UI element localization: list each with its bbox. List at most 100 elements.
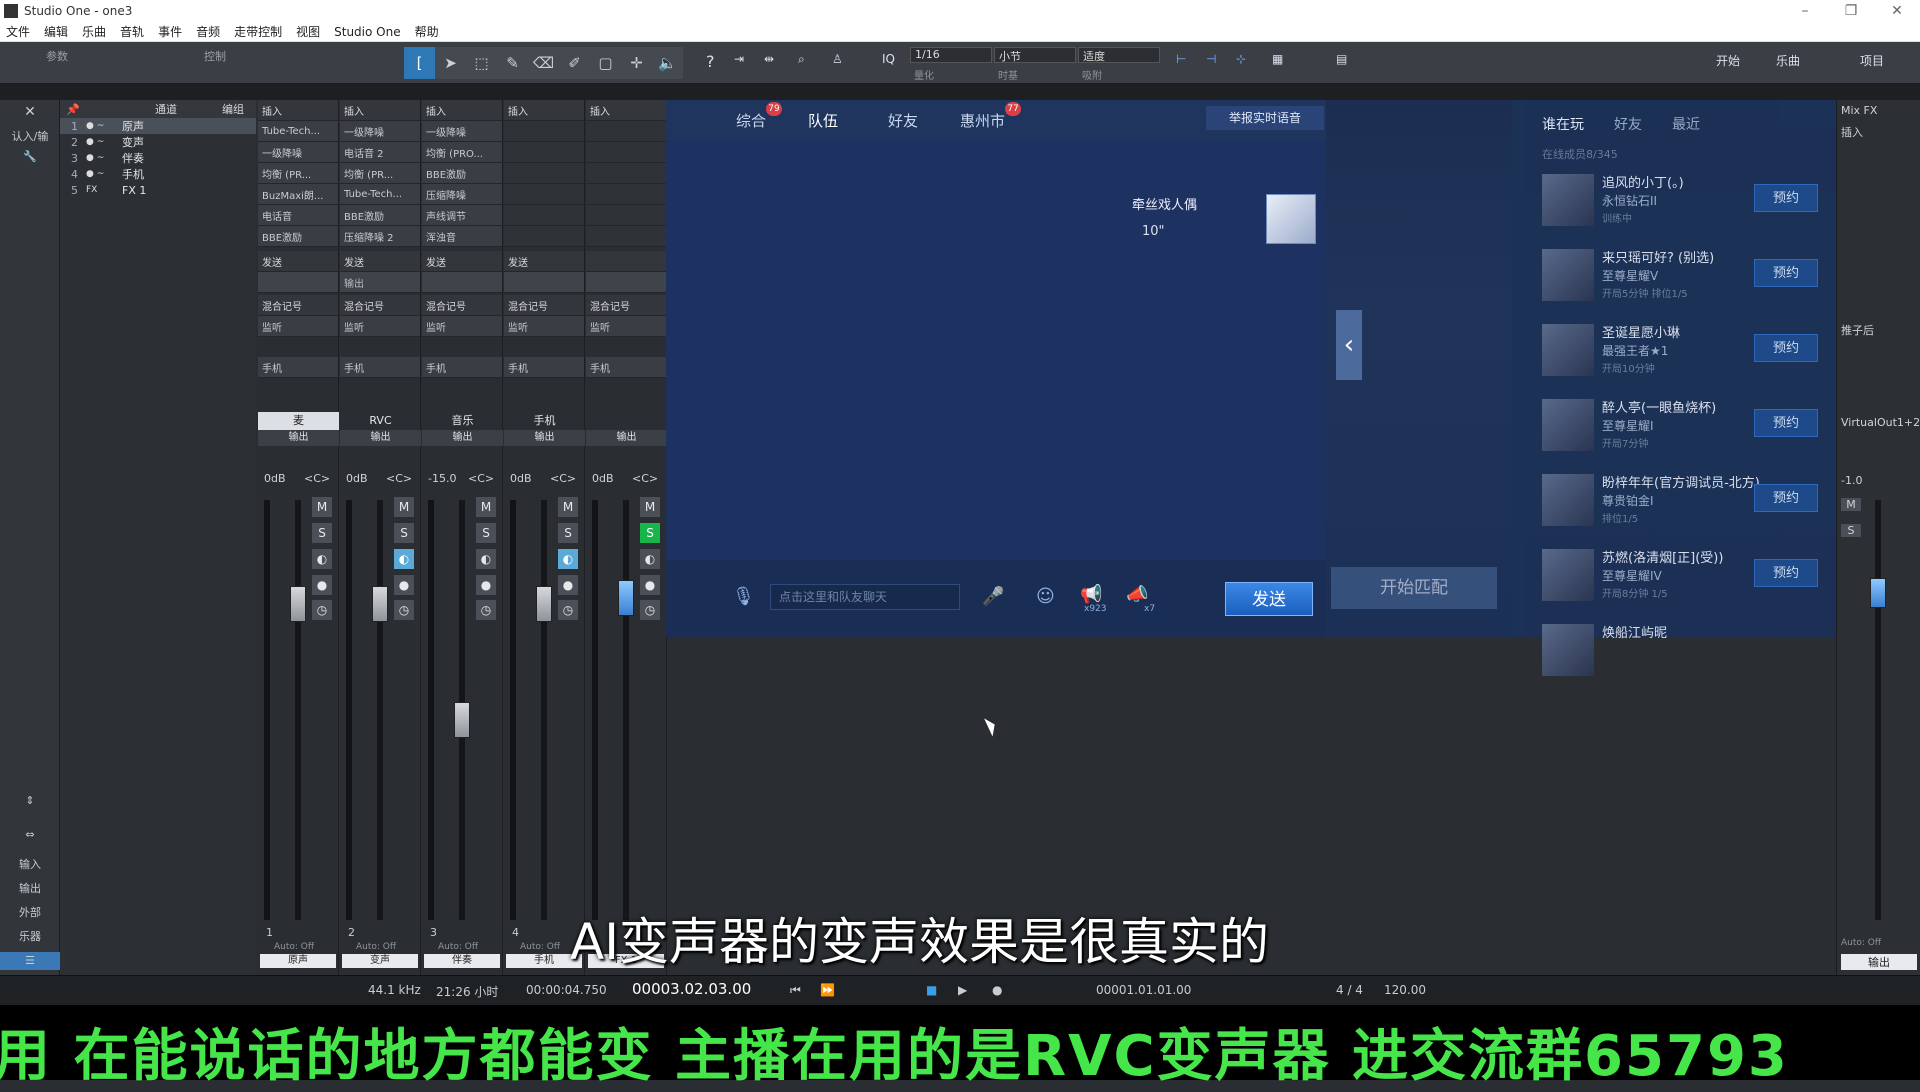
maximize-icon[interactable]: ❐ [1828, 3, 1874, 19]
phone-send-slot[interactable]: 手机 [422, 357, 502, 378]
external-nav[interactable]: 外部 [0, 904, 60, 920]
insert-slot[interactable]: BBE激励 [422, 163, 502, 184]
book-button[interactable]: 预约 [1754, 409, 1818, 437]
timebase-select[interactable]: 小节 [994, 47, 1076, 63]
listen-tool-icon[interactable]: 🔈 [652, 47, 683, 79]
params-label[interactable]: 参数 [46, 48, 68, 64]
insert-slot[interactable]: 一级降噪 [340, 121, 420, 142]
close-icon[interactable]: ✕ [1874, 3, 1920, 19]
volume-fader[interactable] [536, 586, 552, 622]
menu-file[interactable]: 文件 [6, 23, 30, 40]
instrument-nav[interactable]: 乐器 [0, 928, 60, 944]
collapse-icon[interactable]: ⇔ [0, 828, 60, 841]
snap-icon[interactable]: ⇹ [764, 52, 774, 66]
record-arm-icon[interactable]: ● [394, 575, 414, 595]
start-match-button[interactable]: 开始匹配 [1331, 567, 1497, 609]
solo-button[interactable]: S [312, 523, 332, 543]
insert-slot-empty[interactable] [586, 205, 666, 226]
main-auto[interactable]: Auto: Off [1841, 938, 1881, 948]
insert-header[interactable]: 插入 [504, 100, 584, 121]
monitor-slot[interactable]: 监听 [422, 316, 502, 337]
mute-button[interactable]: M [394, 497, 414, 517]
insert-slot-empty[interactable] [504, 184, 584, 205]
solo-button[interactable]: S [640, 523, 660, 543]
insert-slot-empty[interactable] [586, 226, 666, 247]
insert-slot[interactable]: 压缩降噪 [422, 184, 502, 205]
pan-readout[interactable]: <C> [304, 472, 330, 485]
mute-button[interactable]: M [476, 497, 496, 517]
solo-button[interactable]: S [476, 523, 496, 543]
monitor-slot[interactable]: 监听 [258, 316, 338, 337]
insert-slot[interactable]: BBE激励 [258, 226, 338, 247]
insert-slot[interactable]: 电话音 [258, 205, 338, 226]
menu-edit[interactable]: 编辑 [44, 23, 68, 40]
friend-item[interactable]: 圣诞星愿小琳 最强王者★1 开局10分钟 预约 [1542, 320, 1832, 382]
tab-friends[interactable]: 好友 [888, 110, 918, 131]
main-fader[interactable] [1870, 578, 1886, 608]
automation-icon[interactable]: ◷ [558, 600, 578, 620]
insert-slot[interactable]: 均衡 (PR... [258, 163, 338, 184]
book-button[interactable]: 预约 [1754, 259, 1818, 287]
stop-icon[interactable]: ■ [926, 983, 937, 997]
close-panel-icon[interactable]: ✕ [0, 104, 60, 120]
friend-avatar[interactable] [1542, 249, 1594, 301]
send-slot[interactable] [422, 272, 502, 293]
insert-slot-empty[interactable] [504, 205, 584, 226]
channel-row[interactable]: 3 ● ~ 伴奏 [60, 150, 256, 166]
monitor-icon[interactable]: ◐ [640, 549, 660, 569]
tab-recent[interactable]: 最近 [1672, 114, 1700, 134]
scroll-icon[interactable]: ⊹ [1236, 52, 1246, 66]
monitor-slot[interactable]: 监听 [586, 316, 666, 337]
split-tool-icon[interactable]: ✎ [497, 47, 528, 79]
insert-slot[interactable]: 电话音 2 [340, 142, 420, 163]
input-nav[interactable]: 输入 [0, 856, 60, 872]
mute-button[interactable]: M [558, 497, 578, 517]
mix-fx-label[interactable]: Mix FX [1841, 104, 1877, 117]
output-select[interactable]: 输出 [504, 430, 585, 446]
send-button[interactable]: 发送 [1225, 582, 1313, 616]
menu-event[interactable]: 事件 [158, 23, 182, 40]
insert-slot[interactable]: Tube-Tech... [258, 121, 338, 142]
grid-icon[interactable]: ▦ [1272, 52, 1283, 66]
tab-side-friends[interactable]: 好友 [1614, 114, 1642, 134]
phone-send-slot[interactable]: 手机 [258, 357, 338, 378]
menu-view[interactable]: 视图 [296, 23, 320, 40]
send-slot[interactable] [504, 272, 584, 293]
paint-tool-icon[interactable]: ✐ [559, 47, 590, 79]
output-select[interactable]: 输出 [340, 430, 421, 446]
control-label[interactable]: 控制 [204, 48, 226, 64]
volume-readout[interactable]: 0dB [510, 472, 532, 485]
zoom-left-icon[interactable]: ⊢ [1176, 52, 1186, 66]
bend-tool-icon[interactable]: ▢ [590, 47, 621, 79]
send-header[interactable]: 发送 [504, 251, 584, 272]
pan-readout[interactable]: <C> [468, 472, 494, 485]
mute-button[interactable]: M [640, 497, 660, 517]
minimize-icon[interactable]: – [1782, 3, 1828, 19]
rewind-icon[interactable]: ⏮ [790, 983, 801, 998]
insert-header[interactable]: 插入 [586, 100, 666, 121]
song-button[interactable]: 乐曲 [1776, 52, 1800, 69]
solo-button[interactable]: S [394, 523, 414, 543]
film-icon[interactable]: ▤ [1336, 52, 1347, 66]
insert-slot-empty[interactable] [504, 121, 584, 142]
start-button[interactable]: 开始 [1716, 52, 1740, 69]
nudge-icon[interactable]: ⇥ [734, 52, 744, 66]
send-header[interactable]: 发送 [422, 251, 502, 272]
metronome-icon[interactable]: ♙ [832, 52, 843, 66]
record-arm-icon[interactable]: ● [312, 575, 332, 595]
friend-avatar[interactable] [1542, 474, 1594, 526]
record-arm-icon[interactable]: ● [476, 575, 496, 595]
friend-item[interactable]: 醉人亭(一眼鱼烧杯) 至尊星耀I 开局7分钟 预约 [1542, 395, 1832, 457]
book-button[interactable]: 预约 [1754, 484, 1818, 512]
automation-icon[interactable]: ◷ [476, 600, 496, 620]
quantize-select[interactable]: 1/16 [910, 47, 992, 63]
send-slot[interactable] [258, 272, 338, 293]
horn-icon[interactable]: 📢 [1080, 584, 1102, 605]
menu-transport[interactable]: 走带控制 [234, 23, 282, 40]
send-slot[interactable] [586, 272, 666, 293]
voice-toggle-icon[interactable]: 🎙 [732, 586, 755, 607]
menu-studio-one[interactable]: Studio One [334, 25, 400, 39]
friend-item[interactable]: 追风的小丁(。) 永恒钻石II 训练中 预约 [1542, 170, 1832, 232]
volume-fader[interactable] [290, 586, 306, 622]
send-header[interactable] [586, 251, 666, 272]
